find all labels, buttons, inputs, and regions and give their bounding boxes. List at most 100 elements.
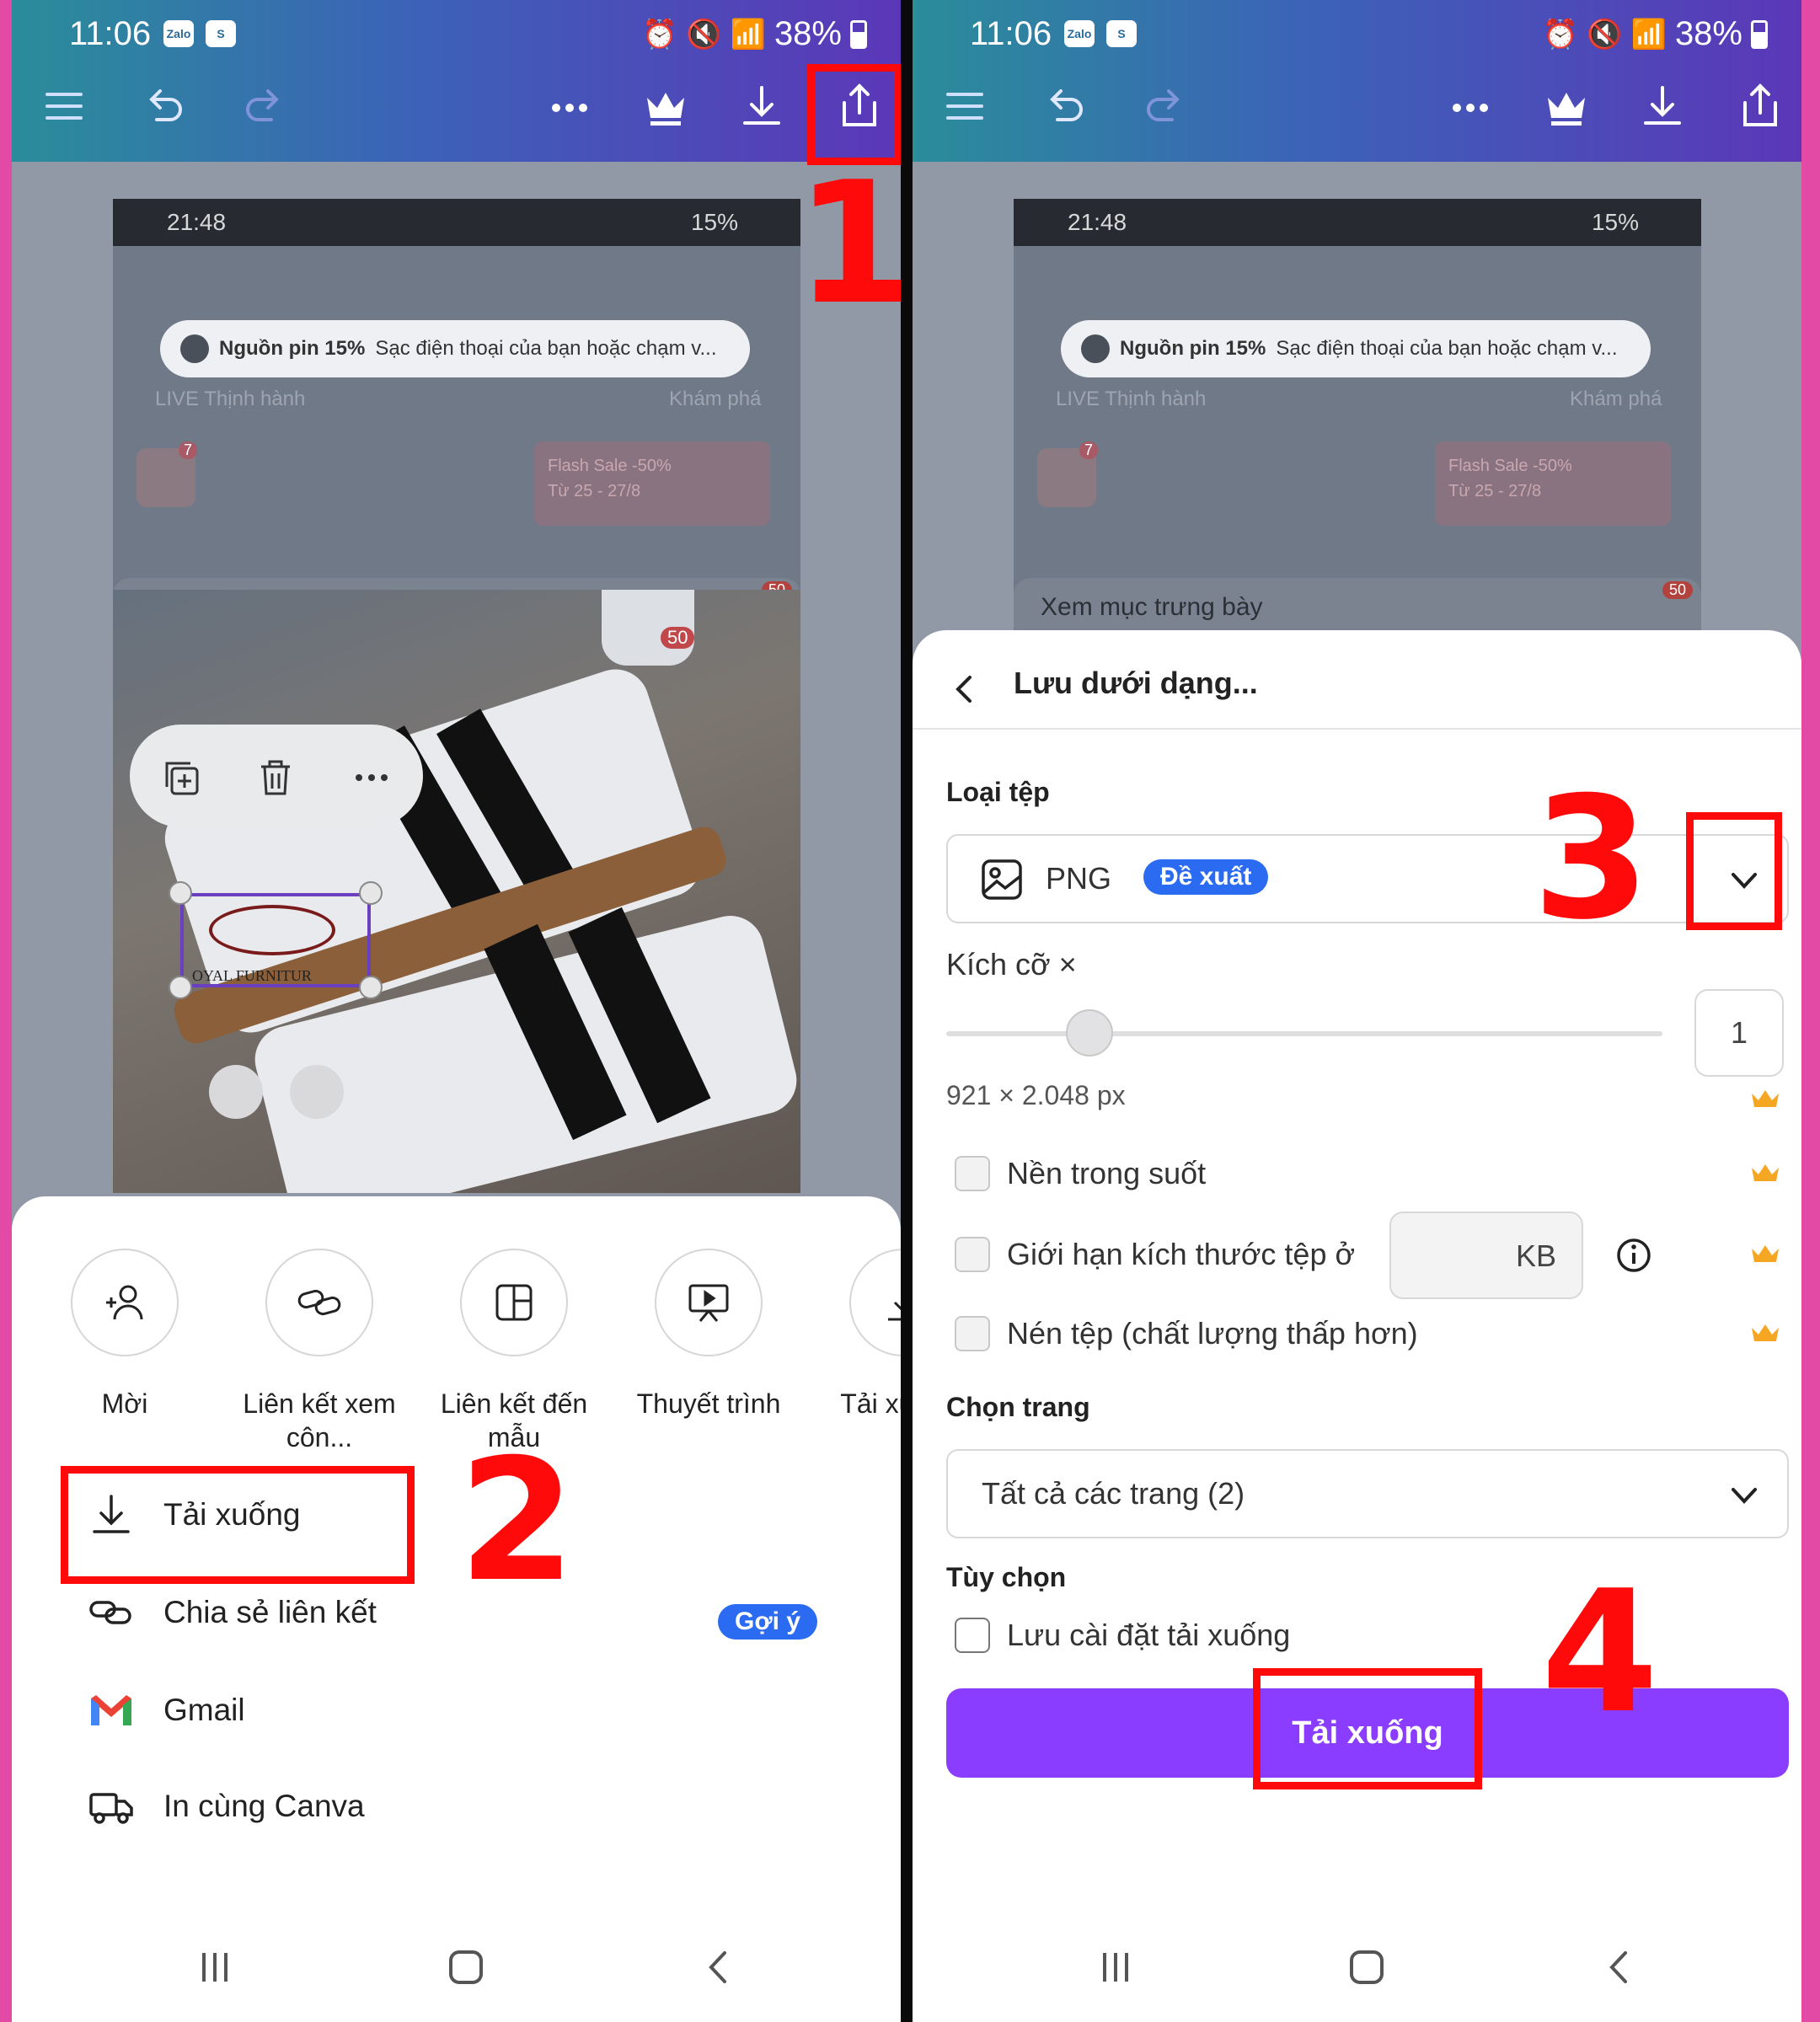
present-icon (688, 1284, 729, 1322)
live-tab: LIVE Thịnh hành (1056, 388, 1207, 410)
preview-time: 21:48 (167, 209, 227, 235)
share-icon[interactable] (1735, 81, 1785, 131)
menu-icon[interactable] (939, 81, 990, 131)
template-icon (495, 1284, 533, 1321)
step2-highlight (61, 1466, 415, 1584)
battery-percent: 38% (1674, 15, 1742, 52)
recent-apps-icon[interactable] (1095, 1946, 1137, 1988)
share-option-view-link[interactable]: Liên kết xem côn... (222, 1249, 416, 1454)
print-label: In cùng Canva (163, 1789, 365, 1823)
status-icons: ⏰ 🔇 📶 38% (642, 15, 867, 53)
battery-percent: 38% (774, 15, 842, 52)
battery-icon (1751, 19, 1768, 49)
move-icon[interactable] (290, 1065, 344, 1119)
transparent-checkbox[interactable] (955, 1156, 990, 1191)
redo-icon[interactable] (239, 81, 290, 131)
share-option-present[interactable]: Thuyết trình (612, 1249, 806, 1420)
calendar-badge: 7 (1079, 441, 1099, 459)
gmail-label: Gmail (163, 1693, 245, 1727)
resize-handle[interactable] (359, 976, 383, 999)
status-time: 11:06 (970, 15, 1052, 52)
preview-battery: 15% (690, 209, 738, 235)
status-icons: ⏰ 🔇 📶 38% (1543, 15, 1768, 53)
status-time: 11:06 (69, 15, 152, 52)
preview-shop-screen: Nguồn pin 15% Sạc điện thoại của bạn hoặ… (1014, 246, 1701, 637)
share-link-row[interactable]: Chia sẻ liên kết (88, 1589, 377, 1636)
crown-icon[interactable] (640, 81, 691, 131)
size-input[interactable]: 1 (1694, 989, 1784, 1077)
info-icon[interactable] (1615, 1237, 1652, 1274)
chevron-down-icon (1732, 1488, 1757, 1504)
truck-icon (89, 1793, 133, 1824)
duplicate-icon[interactable] (160, 757, 202, 799)
selected-logo[interactable]: OYAL FURNITUR (180, 893, 371, 987)
more-options-icon[interactable] (351, 757, 393, 799)
download-icon[interactable] (1637, 81, 1688, 131)
gmail-row[interactable]: Gmail (88, 1687, 245, 1734)
pages-select[interactable]: Tất cả các trang (2) (946, 1449, 1789, 1538)
mute-icon: 🔇 (1587, 18, 1623, 51)
rotate-icon[interactable] (209, 1065, 263, 1119)
wifi-icon: 📶 (1630, 18, 1667, 51)
explore-tab: Khám phá (669, 388, 762, 410)
print-row[interactable]: In cùng Canva (88, 1783, 365, 1830)
premium-crown-icon (1752, 1090, 1779, 1107)
size-slider-thumb[interactable] (1066, 1009, 1113, 1056)
premium-crown-icon (1752, 1164, 1779, 1181)
trash-icon[interactable] (254, 757, 297, 799)
save-settings-checkbox[interactable] (955, 1618, 990, 1653)
battery-notification: Nguồn pin 15% Sạc điện thoại của bạn hoặ… (1061, 320, 1651, 377)
file-type-select[interactable]: PNG Đề xuất (946, 834, 1789, 923)
share-sheet: Mời Liên kết xem côn... Liên kết đến mẫu… (12, 1196, 901, 2022)
back-arrow-icon[interactable] (948, 672, 982, 706)
limit-size-checkbox[interactable] (955, 1237, 990, 1272)
preview-battery: 15% (1591, 209, 1639, 235)
flash-sale-banner: Flash Sale -50% Từ 25 - 27/8 (1435, 441, 1671, 526)
home-icon[interactable] (1346, 1946, 1388, 1988)
share-link-label: Chia sẻ liên kết (163, 1595, 377, 1629)
display-bar: Xem mục trưng bày 50 (1014, 578, 1701, 637)
size-slider-track[interactable] (946, 1031, 1662, 1036)
design-canvas[interactable]: 21:48 15% Nguồn pin 15% Sạc điện thoại c… (113, 199, 800, 1193)
undo-icon[interactable] (1039, 81, 1089, 131)
step2-number: 2 (458, 1423, 576, 1619)
home-icon[interactable] (445, 1946, 487, 1988)
panel-title: Lưu dưới dạng... (1014, 666, 1258, 700)
shopee-icon: S (1106, 20, 1137, 47)
download-icon[interactable] (736, 81, 787, 131)
resize-handle[interactable] (169, 881, 192, 905)
zalo-icon: Zalo (1064, 20, 1095, 47)
premium-crown-icon (1752, 1324, 1779, 1341)
compress-checkbox[interactable] (955, 1316, 990, 1351)
save-as-panel: Lưu dưới dạng... Loại tệp PNG Đề xuất Kí… (913, 630, 1801, 2022)
dimensions-text: 921 × 2.048 px (946, 1080, 1126, 1110)
divider (901, 0, 913, 2022)
crown-icon[interactable] (1541, 81, 1592, 131)
share-option-label: Tải xu phầ (840, 1388, 901, 1419)
back-icon[interactable] (1598, 1946, 1641, 1988)
kb-input[interactable]: KB (1389, 1212, 1583, 1299)
share-option-label: Liên kết xem côn... (243, 1388, 396, 1452)
flash-sale-title: Flash Sale -50% (1448, 457, 1572, 475)
editor-toolbar: 11:06 Zalo S ⏰ 🔇 📶 38% (12, 0, 901, 162)
redo-icon[interactable] (1140, 81, 1191, 131)
design-canvas[interactable]: 21:48 15% Nguồn pin 15% Sạc điện thoại c… (1014, 199, 1701, 637)
left-screenshot: 11:06 Zalo S ⏰ 🔇 📶 38% 1 21:48 15% Nguồn… (12, 0, 901, 2022)
live-tab: LIVE Thịnh hành (155, 388, 306, 410)
resize-handle[interactable] (359, 881, 383, 905)
menu-icon[interactable] (39, 81, 89, 131)
share-option-invite[interactable]: Mời (28, 1249, 222, 1420)
back-icon[interactable] (698, 1946, 740, 1988)
explore-tab: Khám phá (1570, 388, 1662, 410)
share-option-label: Thuyết trình (636, 1388, 781, 1419)
pages-label: Chọn trang (946, 1392, 1090, 1422)
share-option-download-part[interactable]: Tải xu phầ (806, 1249, 901, 1420)
premium-crown-icon (1752, 1245, 1779, 1262)
undo-icon[interactable] (138, 81, 189, 131)
more-icon[interactable] (1445, 81, 1496, 131)
flash-sale-date: Từ 25 - 27/8 (1448, 482, 1542, 500)
more-icon[interactable] (544, 81, 595, 131)
step1-number: 1 (795, 146, 901, 342)
resize-handle[interactable] (169, 976, 192, 999)
recent-apps-icon[interactable] (194, 1946, 236, 1988)
